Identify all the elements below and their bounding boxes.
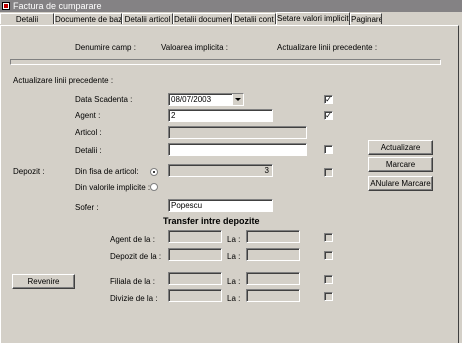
actualizare-button[interactable]: Actualizare	[368, 140, 433, 155]
filiala-la-label: La :	[227, 277, 241, 286]
depozit-la-label: La :	[227, 252, 241, 261]
filiala-de-la-input[interactable]	[168, 272, 222, 285]
depozit-label: Depozit :	[13, 167, 45, 176]
divizie-transfer-checkbox[interactable]	[324, 292, 333, 301]
agent-label: Agent :	[75, 111, 101, 120]
depozit-de-la-label: Depozit de la :	[110, 252, 162, 261]
agent-de-la-label: Agent de la :	[110, 235, 155, 244]
tab-detalii-cont[interactable]: Detalii cont	[232, 13, 276, 24]
sofer-input[interactable]: Popescu	[168, 199, 273, 212]
chevron-down-icon[interactable]	[232, 94, 243, 105]
agent-input[interactable]: 2	[168, 109, 273, 122]
agent-transfer-checkbox[interactable]	[324, 233, 333, 242]
divizie-la-input[interactable]	[246, 289, 300, 302]
header-actualizare-linii: Actualizare linii precedente :	[277, 43, 378, 52]
agent-checkbox[interactable]: ✓	[324, 111, 333, 120]
tab-detalii-articol[interactable]: Detalii articol	[122, 13, 173, 24]
agent-la-input[interactable]	[246, 230, 300, 243]
sofer-label: Sofer :	[75, 203, 99, 212]
tab-detalii-document[interactable]: Detalii document	[173, 13, 232, 24]
header-valoarea-implicita: Valoarea implicita :	[161, 43, 228, 52]
detalii-input[interactable]	[168, 143, 307, 156]
articol-label: Articol :	[75, 128, 102, 137]
marcare-button[interactable]: Marcare	[368, 157, 433, 172]
depozit-de-la-input[interactable]	[168, 248, 222, 261]
transfer-title: Transfer intre depozite	[163, 216, 260, 226]
divizie-la-label: La :	[227, 294, 241, 303]
depozit-value-field[interactable]: 3	[168, 164, 273, 177]
detalii-label: Detalii :	[75, 146, 102, 155]
progress-bar	[10, 59, 441, 65]
filiala-de-la-label: Filiala de la :	[110, 277, 155, 286]
tab-detalii[interactable]: Detalii	[0, 13, 54, 24]
anulare-marcare-button[interactable]: ANulare Marcare	[368, 176, 433, 191]
section-actualizare-label: Actualizare linii precedente :	[13, 76, 114, 85]
filiala-transfer-checkbox[interactable]	[324, 275, 333, 284]
agent-de-la-input[interactable]	[168, 230, 222, 243]
tab-strip: Detalii Documente de baza Detalii artico…	[0, 12, 462, 25]
depozit-la-input[interactable]	[246, 248, 300, 261]
revenire-button[interactable]: Revenire	[12, 274, 75, 289]
tab-setare-valori-implicite[interactable]: Setare valori implicite	[276, 12, 350, 25]
tab-paginare[interactable]: Paginare	[350, 13, 382, 24]
depozit-checkbox[interactable]	[324, 168, 333, 177]
din-fisa-label: Din fisa de articol:	[75, 167, 139, 176]
app-icon	[2, 2, 10, 10]
din-valorile-label: Din valorile implicite :	[75, 183, 151, 192]
data-scadenta-label: Data Scadenta :	[75, 95, 133, 104]
filiala-la-input[interactable]	[246, 272, 300, 285]
detalii-checkbox[interactable]	[324, 145, 333, 154]
din-fisa-radio[interactable]	[150, 168, 158, 176]
window-title: Factura de cumparare	[13, 1, 102, 11]
divizie-de-la-label: Divizie de la :	[110, 294, 158, 303]
articol-input[interactable]	[168, 126, 307, 139]
header-denumire-camp: Denumire camp :	[75, 43, 136, 52]
data-scadenta-select[interactable]: 08/07/2003	[168, 93, 244, 106]
data-scadenta-value: 08/07/2003	[171, 95, 212, 104]
depozit-transfer-checkbox[interactable]	[324, 251, 333, 260]
agent-la-label: La :	[227, 235, 241, 244]
title-bar: Factura de cumparare	[0, 0, 462, 12]
data-scadenta-checkbox[interactable]: ✓	[324, 95, 333, 104]
divizie-de-la-input[interactable]	[168, 289, 222, 302]
din-valorile-radio[interactable]	[150, 183, 158, 191]
tab-documente-de-baza[interactable]: Documente de baza	[54, 13, 122, 24]
